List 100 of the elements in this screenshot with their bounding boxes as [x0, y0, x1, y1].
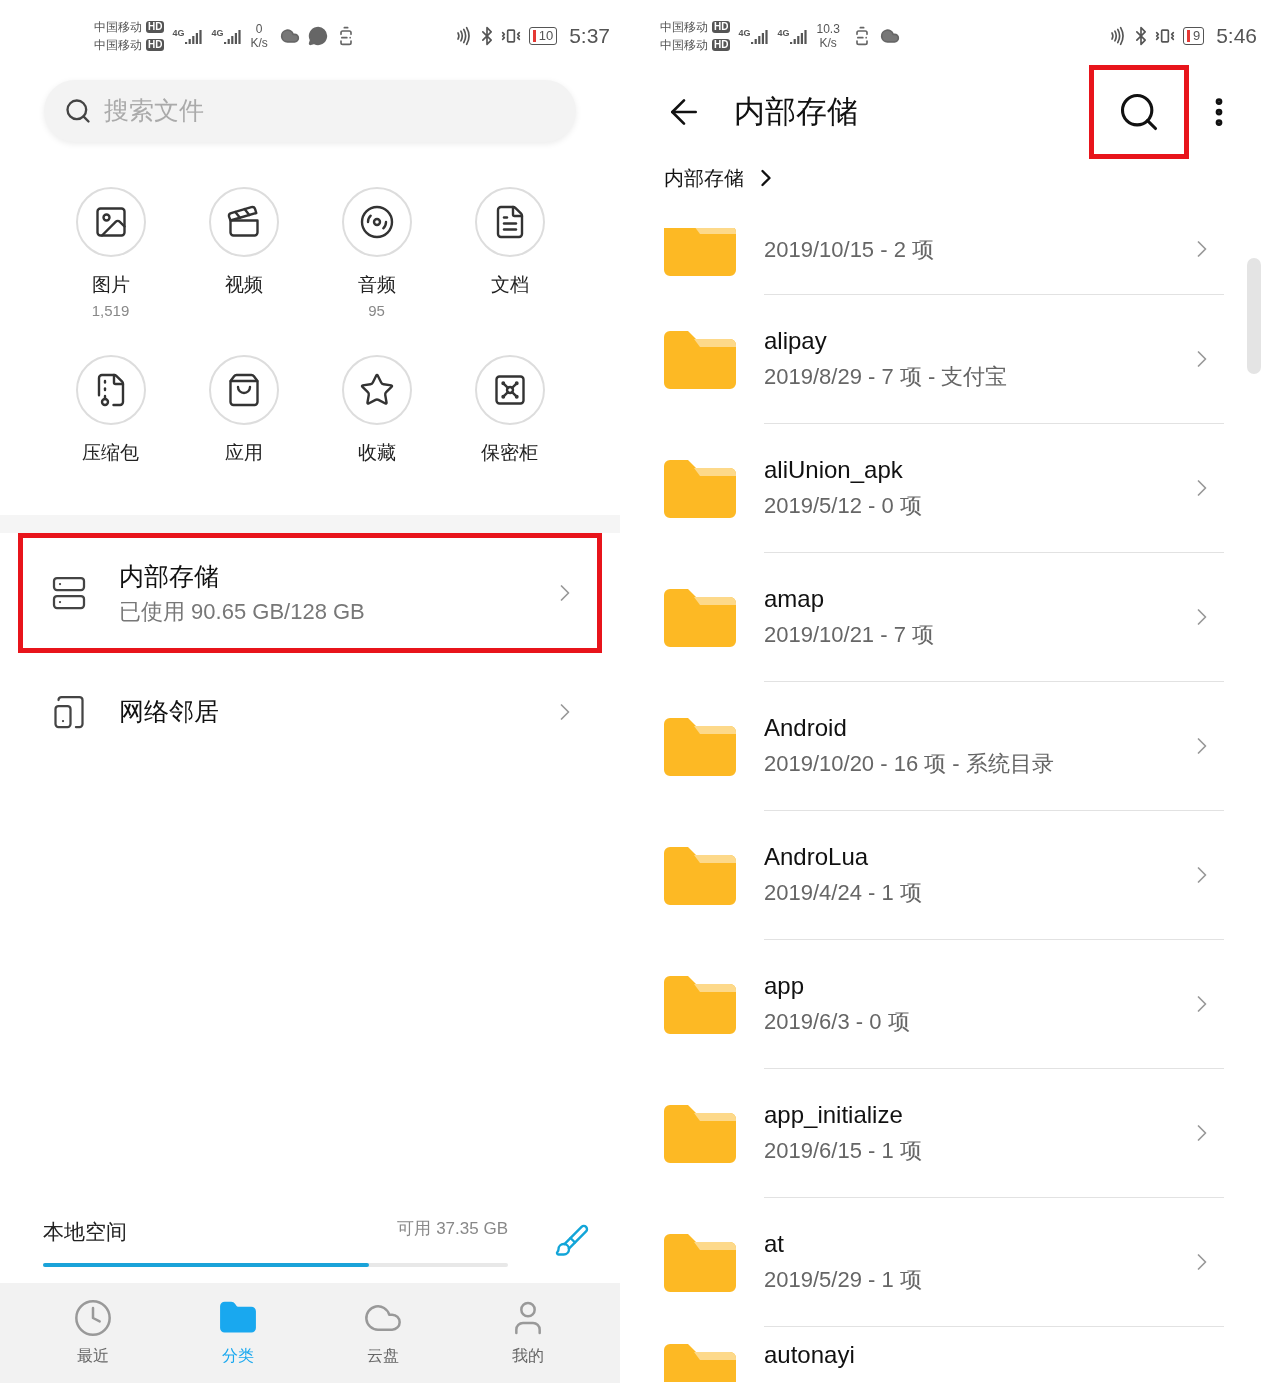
- folder-row[interactable]: AndroLua 2019/4/24 - 1 项: [640, 810, 1267, 939]
- folder-details: 2019/5/29 - 1 项: [764, 1265, 923, 1294]
- folder-row[interactable]: at 2019/5/29 - 1 项: [640, 1197, 1267, 1326]
- folder-name: alipay: [764, 325, 828, 356]
- folder-details: 2019/4/24 - 1 项: [764, 878, 923, 907]
- folder-row[interactable]: aliUnion_apk 2019/5/12 - 0 项: [640, 423, 1267, 552]
- category-label: 应用: [224, 441, 263, 465]
- screen-title: 内部存储: [734, 92, 859, 131]
- category-item[interactable]: 应用: [177, 355, 310, 495]
- hd-badge: HD: [146, 21, 165, 33]
- clock-time: 5:37: [569, 23, 610, 50]
- folder-icon: [664, 457, 736, 518]
- vibrate-icon: [1154, 26, 1175, 46]
- folder-details: 2019/8/29 - 7 项 - 支付宝: [764, 362, 1009, 391]
- category-label: 视频: [224, 273, 263, 297]
- nav-tab[interactable]: 云盘: [310, 1298, 455, 1368]
- carrier-name: 中国移动: [94, 37, 142, 53]
- storage-title: 网络邻居: [119, 696, 220, 728]
- folder-row[interactable]: amap 2019/10/21 - 7 项: [640, 552, 1267, 681]
- hd-badge: HD: [712, 39, 731, 51]
- category-item[interactable]: 收藏: [310, 355, 443, 495]
- signal-icon: [751, 28, 770, 44]
- battery-indicator: 10: [528, 27, 558, 45]
- battery-indicator: 9: [1182, 27, 1205, 45]
- folder-icon: [664, 715, 736, 776]
- signal-icon: [224, 28, 243, 44]
- nav-label: 我的: [511, 1346, 544, 1366]
- clock-icon: [72, 1298, 113, 1338]
- cloud-icon: [279, 26, 300, 46]
- search-bar[interactable]: 搜索文件: [44, 80, 576, 142]
- folder-icon: [664, 228, 736, 276]
- network-type: 4G: [777, 28, 790, 38]
- search-input[interactable]: 搜索文件: [104, 92, 556, 130]
- hd-badge: HD: [712, 21, 731, 33]
- storage-icon: [51, 575, 87, 611]
- category-label: 压缩包: [82, 441, 139, 465]
- scrollbar-thumb[interactable]: [1247, 258, 1261, 374]
- folder-name: aliUnion_apk: [764, 454, 904, 485]
- vibrate-icon: [500, 26, 521, 46]
- category-item[interactable]: 图片 1,519: [44, 187, 177, 327]
- folder-name: Android: [764, 712, 848, 743]
- folder-name: at: [764, 1228, 785, 1259]
- folder-icon: [664, 328, 736, 389]
- network-type: 4G: [172, 28, 185, 38]
- category-item[interactable]: 视频: [177, 187, 310, 327]
- folder-row[interactable]: 2019/10/15 - 2 项: [640, 204, 1267, 294]
- folder-icon: [664, 586, 736, 647]
- carrier-name: 中国移动: [660, 19, 708, 35]
- folder-name: autonayi: [764, 1339, 856, 1370]
- folder-name: app: [764, 970, 806, 1001]
- speed-unit: K/s: [819, 36, 837, 50]
- storage-item[interactable]: 网络邻居: [18, 667, 602, 757]
- cloud-icon: [879, 26, 900, 46]
- category-count: 95: [368, 300, 385, 321]
- chat-icon: [307, 26, 328, 46]
- folder-icon: [664, 1231, 736, 1292]
- folder-details: 2019/6/15 - 1 项: [764, 1136, 923, 1165]
- category-item[interactable]: 文档: [443, 187, 576, 327]
- folder-icon: [664, 1102, 736, 1163]
- signal-icon: [185, 28, 204, 44]
- folder-icon: [664, 844, 736, 905]
- folder-row[interactable]: autonayi: [640, 1326, 1267, 1382]
- video-icon: [225, 204, 262, 240]
- search-icon: [64, 97, 92, 125]
- folder-row[interactable]: app 2019/6/3 - 0 项: [640, 939, 1267, 1068]
- nav-tab[interactable]: 我的: [455, 1298, 600, 1368]
- nav-tab[interactable]: 最近: [20, 1298, 165, 1368]
- folder-details: 2019/10/21 - 7 项: [764, 620, 935, 649]
- category-item[interactable]: 音频 95: [310, 187, 443, 327]
- local-space-label: 本地空间: [43, 1218, 127, 1245]
- storage-usage: 已使用 90.65 GB/128 GB: [119, 598, 366, 627]
- folder-row[interactable]: alipay 2019/8/29 - 7 项 - 支付宝: [640, 294, 1267, 423]
- folder-details: 2019/5/12 - 0 项: [764, 491, 923, 520]
- folder-name: AndroLua: [764, 841, 870, 872]
- category-count: 1,519: [91, 300, 130, 321]
- speed-unit: K/s: [250, 36, 268, 50]
- star-icon: [358, 372, 395, 408]
- storage-title: 内部存储: [119, 560, 220, 592]
- carrier-name: 中国移动: [660, 37, 708, 53]
- signal-icon: [790, 28, 809, 44]
- carrier-name: 中国移动: [94, 19, 142, 35]
- category-label: 文档: [490, 273, 529, 297]
- folder-row[interactable]: Android 2019/10/20 - 16 项 - 系统目录: [640, 681, 1267, 810]
- folder-icon: [664, 973, 736, 1034]
- category-label: 音频: [357, 273, 396, 297]
- disc-icon: [358, 204, 395, 240]
- speed-value: 10.3: [816, 22, 840, 36]
- storage-item[interactable]: 内部存储 已使用 90.65 GB/128 GB: [18, 533, 602, 653]
- folder-row[interactable]: app_initialize 2019/6/15 - 1 项: [640, 1068, 1267, 1197]
- folder-details: 2019/10/20 - 16 项 - 系统目录: [764, 749, 1055, 778]
- category-label: 收藏: [357, 441, 396, 465]
- folder-details: 2019/6/3 - 0 项: [764, 1007, 911, 1036]
- category-item[interactable]: 压缩包: [44, 355, 177, 495]
- network-type: 4G: [738, 28, 751, 38]
- category-item[interactable]: 保密柜: [443, 355, 576, 495]
- search-button[interactable]: [1089, 65, 1189, 159]
- breadcrumb-item[interactable]: 内部存储: [664, 163, 744, 193]
- nav-label: 分类: [221, 1346, 254, 1366]
- available-space: 可用 37.35 GB: [397, 1217, 508, 1240]
- category-label: 图片: [91, 273, 130, 297]
